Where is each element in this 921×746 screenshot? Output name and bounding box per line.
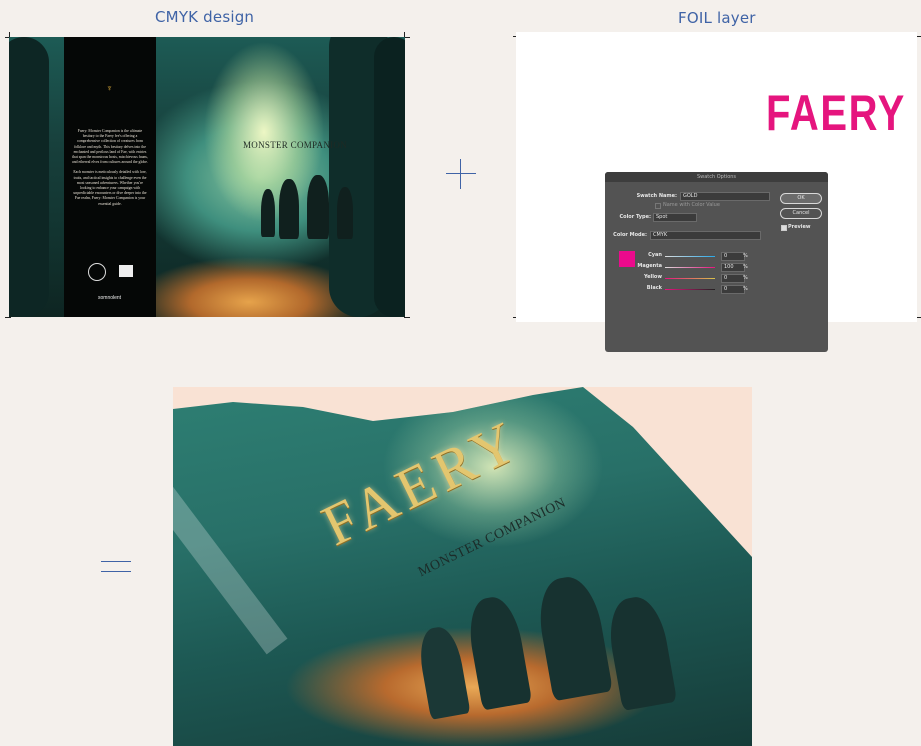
plus-icon-vertical [460, 159, 461, 189]
cmyk-design-panel: ♆ Faery: Monster Companion is the ultima… [5, 32, 410, 322]
name-with-color-checkbox[interactable] [655, 203, 661, 209]
yellow-slider[interactable] [665, 278, 715, 279]
color-mode-label: Color Mode: [613, 232, 647, 238]
magenta-label: Magenta [637, 263, 662, 269]
color-type-label: Color Type: [619, 214, 651, 220]
color-type-select[interactable]: Spot [653, 213, 697, 222]
cancel-button[interactable]: Cancel [780, 208, 822, 219]
magenta-slider[interactable] [665, 267, 715, 268]
yellow-label: Yellow [643, 274, 662, 280]
publisher-logo: somnolent [98, 295, 122, 301]
seal-icon [88, 263, 106, 281]
swatch-color-preview [619, 251, 635, 267]
cyan-input[interactable]: 0 [721, 252, 745, 261]
color-mode-select[interactable]: CMYK [650, 231, 761, 240]
ok-button[interactable]: OK [780, 193, 822, 204]
plus-icon [446, 173, 476, 174]
dialog-title: Swatch Options [605, 172, 828, 182]
magenta-input[interactable]: 100 [721, 263, 745, 272]
black-label: Black [646, 285, 662, 291]
yellow-input[interactable]: 0 [721, 274, 745, 283]
back-cover-text: Faery: Monster Companion is the ultimate… [72, 129, 148, 212]
name-with-color-label: Name with Color Value [663, 202, 720, 208]
book-cover-render: FAERY MONSTER COMPANION [173, 387, 752, 746]
back-text-paragraph: Faery: Monster Companion is the ultimate… [72, 129, 148, 165]
swatch-name-input[interactable]: GOLD [680, 192, 770, 201]
cyan-label: Cyan [648, 252, 662, 258]
cmyk-cover-title: MONSTER COMPANION [243, 140, 348, 150]
black-slider[interactable] [665, 289, 715, 290]
badge-icon [119, 265, 133, 277]
foil-caption: FOIL layer [678, 9, 756, 27]
brand-mark-icon: ♆ [106, 83, 113, 93]
swatch-name-label: Swatch Name: [636, 193, 677, 199]
black-unit: % [743, 286, 748, 292]
book-spine-highlight [173, 447, 288, 655]
magenta-unit: % [743, 264, 748, 270]
equals-icon [101, 561, 131, 562]
book-mockup: FAERY MONSTER COMPANION [173, 387, 752, 746]
cover-back-panel: ♆ Faery: Monster Companion is the ultima… [64, 37, 156, 317]
cyan-unit: % [743, 253, 748, 259]
foil-title: FAERY [766, 85, 906, 141]
back-text-paragraph: Each monster is meticulously detailed wi… [73, 170, 147, 206]
equals-icon-lower [101, 571, 131, 572]
cmyk-caption: CMYK design [155, 8, 255, 26]
yellow-unit: % [743, 275, 748, 281]
swatch-options-dialog: Swatch Options Swatch Name: GOLD Name wi… [605, 172, 828, 352]
preview-checkbox[interactable] [781, 225, 787, 231]
preview-label: Preview [788, 224, 811, 230]
cyan-slider[interactable] [665, 256, 715, 257]
black-input[interactable]: 0 [721, 285, 745, 294]
